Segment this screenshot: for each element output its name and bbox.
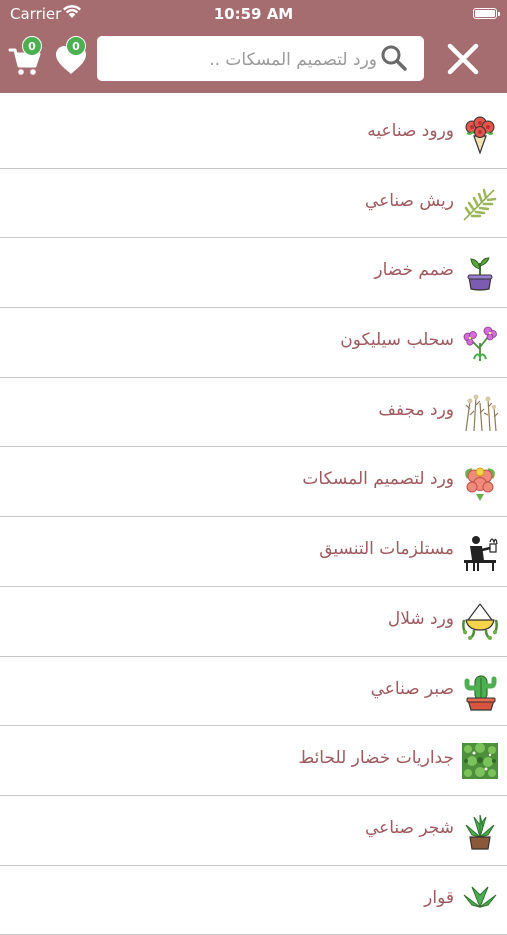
category-label: صبر صناعي — [370, 678, 454, 699]
bouquet-icon — [465, 116, 495, 154]
green-wall-icon — [462, 743, 498, 780]
succulent-icon — [465, 814, 495, 850]
category-item[interactable]: ريش صناعي — [0, 169, 507, 239]
category-item[interactable]: ورد لتصميم المسكات — [0, 447, 507, 518]
category-label: ريش صناعي — [364, 190, 454, 211]
category-label: جداريات خضار للحائط — [298, 748, 454, 769]
search-input[interactable] — [105, 42, 379, 77]
close-button[interactable] — [446, 42, 480, 76]
potted-plant-icon — [467, 257, 493, 291]
orchid-icon — [463, 326, 497, 362]
category-list: ورود صناعيه ريش صناعي ضمم خضار سحلب سيلي… — [0, 99, 507, 935]
category-label: ضمم خضار — [374, 260, 454, 281]
category-item[interactable]: ورود صناعيه — [0, 99, 507, 169]
category-item[interactable]: قوار — [0, 866, 507, 935]
category-label: ورد مجفف — [378, 399, 454, 420]
category-label: مستلزمات التنسيق — [319, 539, 454, 560]
cart-count-badge: 0 — [22, 36, 42, 56]
favorites-count-badge: 0 — [66, 36, 86, 56]
category-item[interactable]: ضمم خضار — [0, 238, 507, 309]
cactus-icon — [464, 674, 497, 711]
dried-flowers-icon — [465, 394, 499, 431]
category-label: ورود صناعيه — [367, 121, 454, 141]
close-icon — [447, 43, 479, 75]
category-label: قوار — [424, 887, 454, 908]
status-time: 10:59 AM — [213, 5, 294, 23]
search-icon[interactable] — [380, 44, 408, 72]
flower-bouquet-icon — [465, 467, 495, 502]
fern-icon — [463, 188, 497, 221]
hanging-basket-icon — [462, 603, 498, 640]
pot-icon — [463, 886, 497, 908]
category-label: سحلب سيليكون — [340, 330, 454, 351]
status-bar: Carrier 10:59 AM — [0, 0, 507, 28]
battery-icon — [473, 8, 500, 19]
category-label: ورد شلال — [387, 608, 454, 629]
florist-icon — [464, 536, 498, 572]
category-item[interactable]: مستلزمات التنسيق — [0, 517, 507, 587]
category-item[interactable]: ورد شلال — [0, 587, 507, 657]
category-item[interactable]: جداريات خضار للحائط — [0, 726, 507, 796]
search-bar — [97, 36, 424, 81]
category-label: ورد لتصميم المسكات — [302, 469, 454, 490]
category-item[interactable]: ورد مجفف — [0, 378, 507, 448]
category-item[interactable]: سحلب سيليكون — [0, 308, 507, 378]
category-item[interactable]: شجر صناعي — [0, 796, 507, 866]
category-label: شجر صناعي — [364, 817, 454, 838]
category-item[interactable]: صبر صناعي — [0, 657, 507, 727]
app-header: Carrier 10:59 AM 0 0 — [0, 0, 507, 93]
